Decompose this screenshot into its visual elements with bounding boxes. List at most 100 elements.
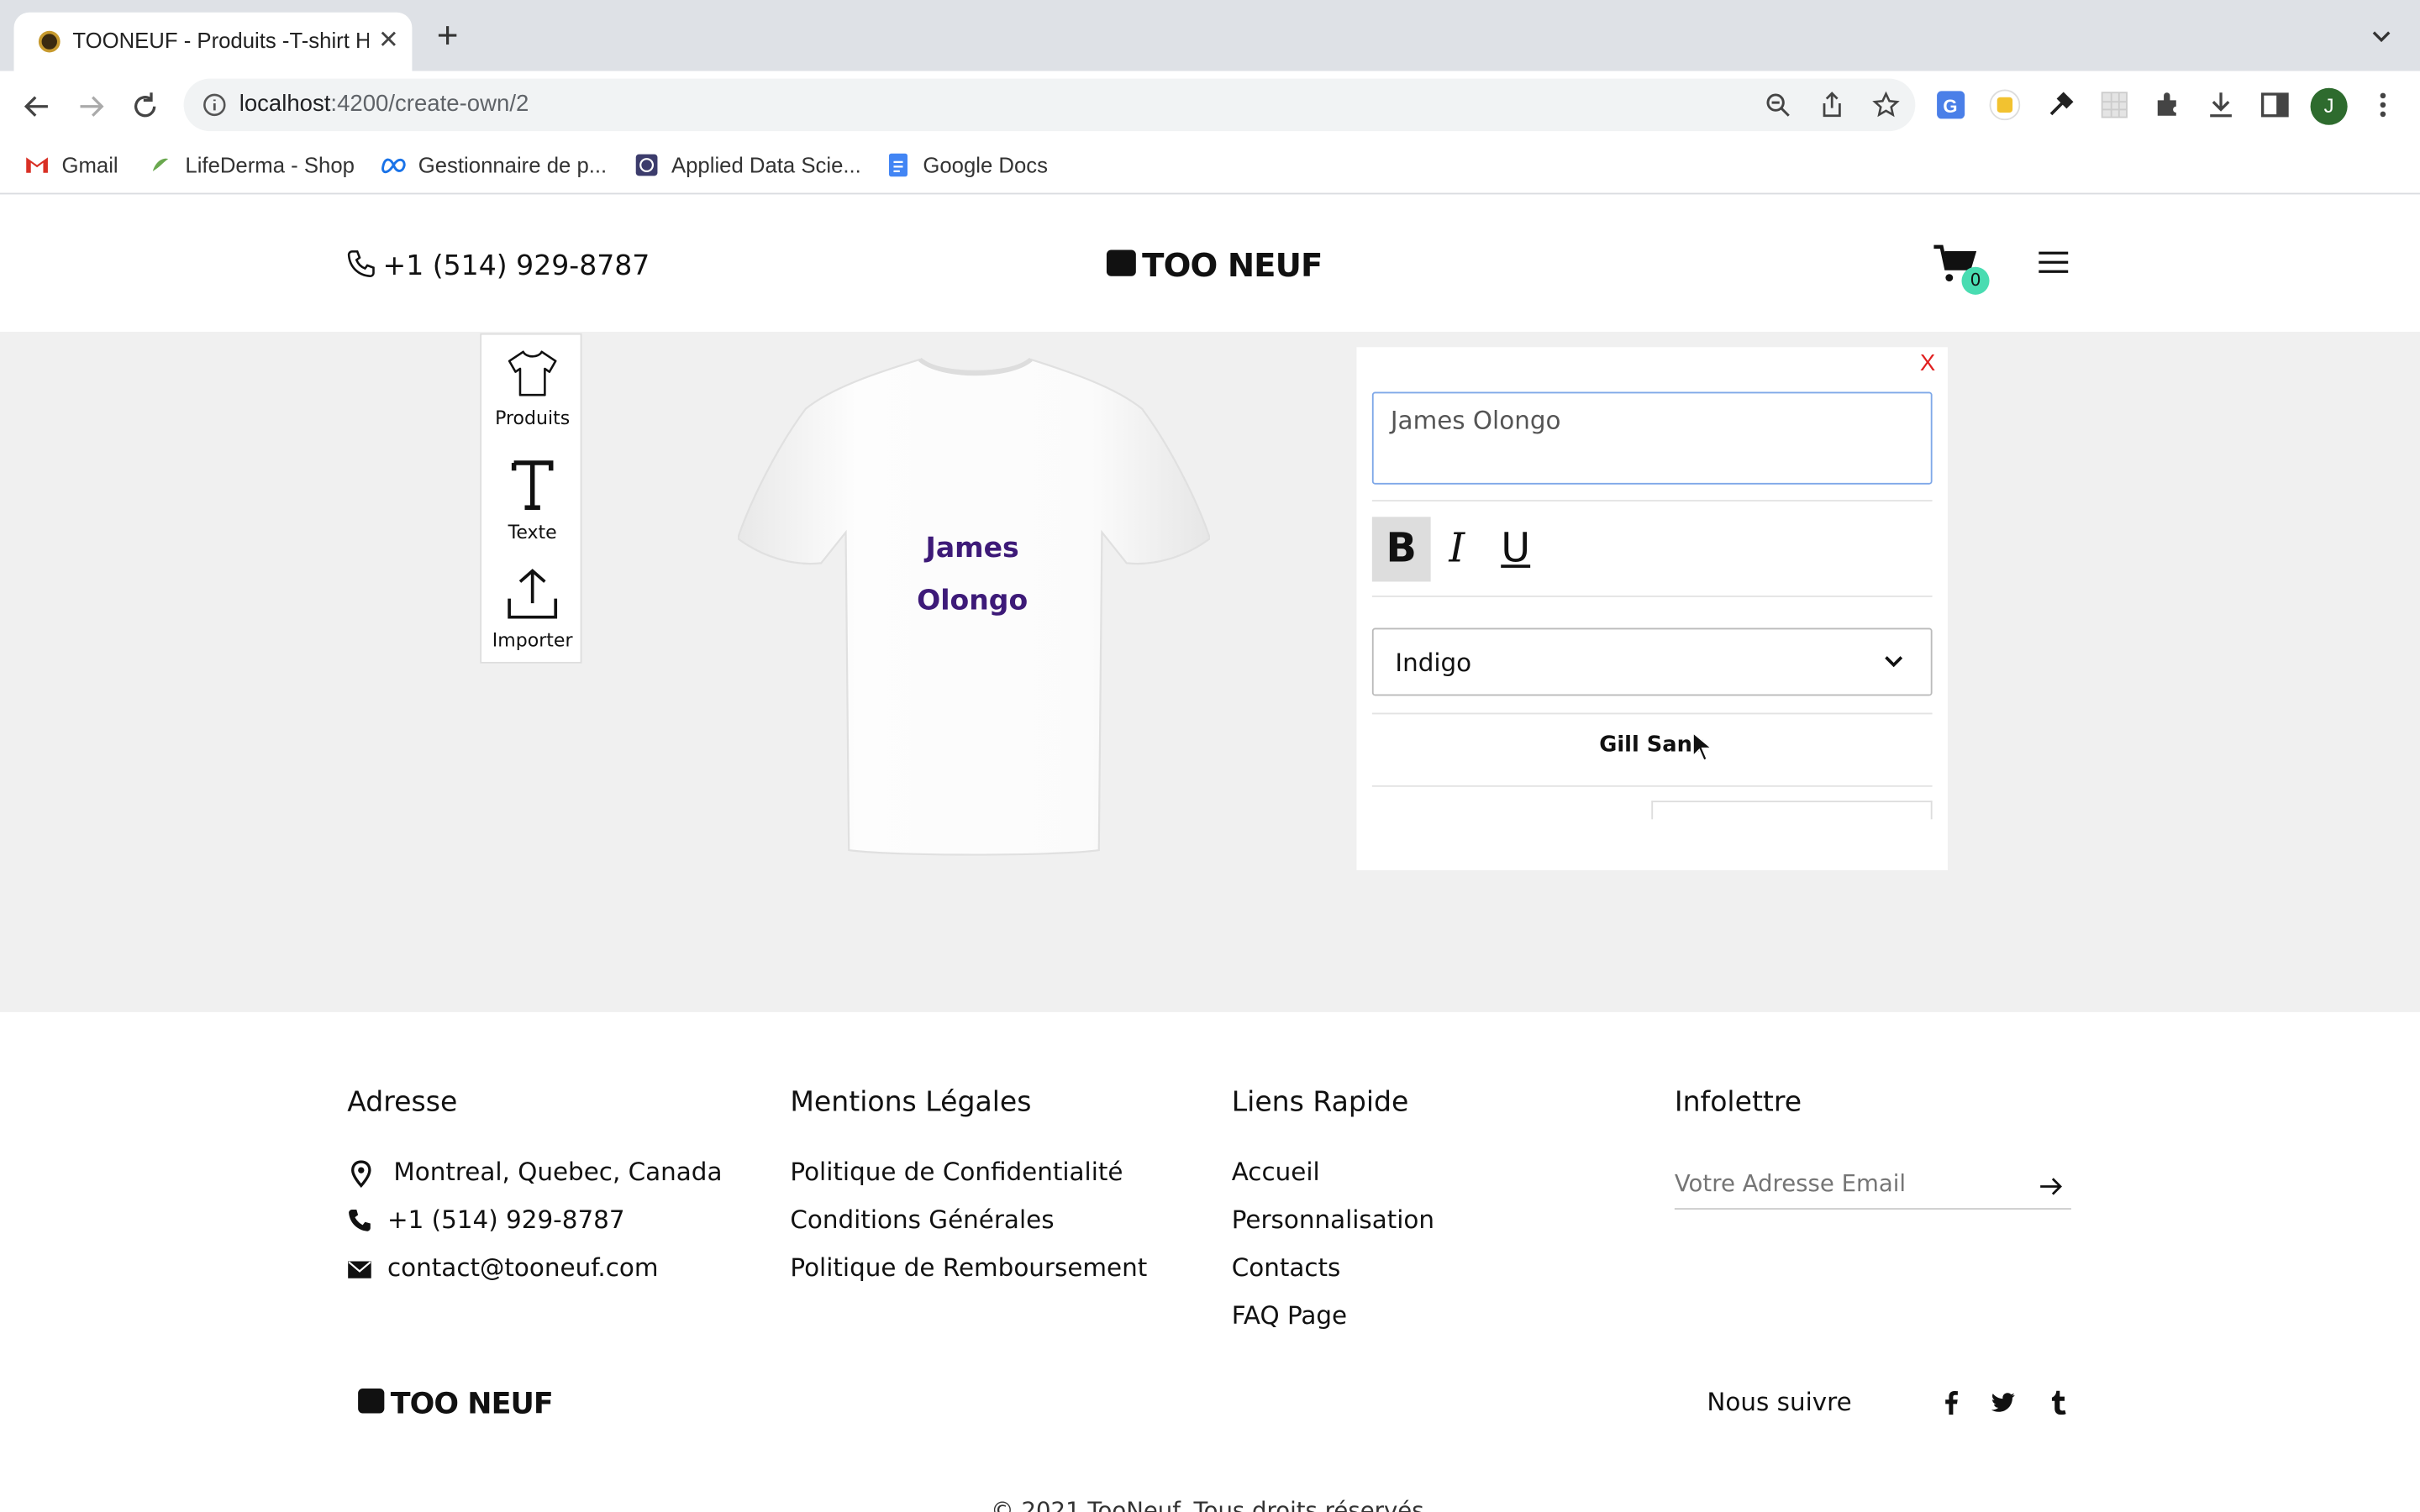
cart-count-badge: 0: [1961, 266, 1990, 295]
lifederma-icon: [152, 158, 169, 171]
tool-text-label: Texte: [508, 521, 557, 543]
new-tab-icon[interactable]: +: [437, 18, 459, 55]
logo-mark-icon: [358, 1389, 385, 1414]
browser-menu-icon[interactable]: [2368, 90, 2399, 121]
text-content-input[interactable]: James Olongo: [1371, 391, 1933, 485]
profile-avatar[interactable]: J: [2310, 87, 2348, 125]
arrow-right-icon[interactable]: [2039, 1176, 2063, 1198]
site-header: +1 (514) 929-8787 TOO NEUF 0: [0, 196, 2420, 332]
phone-icon: [349, 1209, 371, 1231]
footer-phone[interactable]: +1 (514) 929-8787: [349, 1205, 625, 1234]
site-footer: Adresse Montreal, Quebec, Canada +1 (514…: [0, 1011, 2420, 1512]
url-text[interactable]: localhost:4200/create-own/2: [239, 91, 529, 117]
tools-sidebar: Produits Texte Importer: [480, 333, 583, 664]
tool-products-label: Produits: [495, 407, 571, 429]
envelope-icon: [348, 1261, 371, 1278]
svg-text:G: G: [1943, 96, 1957, 117]
footer-quick-heading: Liens Rapide: [1231, 1086, 1409, 1119]
applied-data-icon: [635, 154, 658, 176]
footer-link-home[interactable]: Accueil: [1232, 1158, 1320, 1187]
shirt-design-text[interactable]: James Olongo: [865, 523, 1081, 628]
tab-close-icon[interactable]: ✕: [378, 24, 399, 55]
footer-link-contacts[interactable]: Contacts: [1232, 1252, 1341, 1282]
footer-legal-heading: Mentions Légales: [790, 1086, 1032, 1119]
star-icon[interactable]: [1872, 91, 1900, 118]
tool-import-label: Importer: [492, 629, 573, 652]
copyright-text: © 2021 TooNeuf. Tous droits réservés: [991, 1496, 1424, 1512]
phone-icon: [347, 250, 375, 278]
bold-button[interactable]: B: [1371, 517, 1431, 582]
tshirt-icon: [508, 350, 557, 396]
footer-logo[interactable]: TOO NEUF: [358, 1387, 554, 1421]
location-pin-icon: [351, 1160, 371, 1188]
back-icon[interactable]: [20, 90, 54, 123]
divider: [1371, 785, 1933, 787]
underline-button[interactable]: U: [1486, 517, 1545, 581]
bookmark-gmail[interactable]: Gmail: [24, 153, 118, 177]
footer-link-terms[interactable]: Conditions Générales: [790, 1205, 1054, 1234]
share-icon[interactable]: [1818, 91, 1846, 118]
footer-newsletter-heading: Infolettre: [1674, 1086, 1802, 1119]
tab-title: TOONEUF - Produits -T-shirt H: [72, 28, 369, 53]
bookmark-gestionnaire[interactable]: Gestionnaire de p...: [381, 153, 607, 177]
divider: [1371, 500, 1933, 501]
bookmark-google-docs[interactable]: Google Docs: [886, 153, 1048, 177]
site-info-icon[interactable]: [203, 92, 227, 117]
footer-email[interactable]: contact@tooneuf.com: [348, 1252, 659, 1282]
browser-tabbar: TOONEUF - Produits -T-shirt H ✕ +: [0, 0, 2420, 71]
tab-search-chevron-icon[interactable]: [2370, 24, 2392, 46]
footer-link-privacy[interactable]: Politique de Confidentialité: [790, 1158, 1123, 1187]
grid-extension-icon[interactable]: [2099, 90, 2130, 121]
footer-link-customization[interactable]: Personnalisation: [1232, 1205, 1434, 1234]
facebook-icon[interactable]: [1939, 1390, 1963, 1415]
newsletter-form: [1674, 1167, 2071, 1210]
shirt-text-line-1: James: [925, 532, 1019, 565]
tool-text[interactable]: Texte: [481, 457, 583, 543]
color-select-value: Indigo: [1395, 648, 1472, 678]
logo-mark-icon: [1106, 249, 1136, 276]
google-docs-icon: [888, 153, 908, 177]
divider: [1371, 712, 1933, 715]
bookmarks-bar: Gmail LifeDerma - Shop Gestionnaire de p…: [0, 139, 2420, 195]
text-icon: [511, 460, 554, 511]
font-selector[interactable]: Gill Sans: [1356, 732, 1947, 757]
favicon-icon: [38, 30, 60, 53]
menu-icon[interactable]: [2037, 250, 2070, 275]
meta-icon: [381, 158, 406, 174]
tool-import[interactable]: Importer: [481, 568, 583, 651]
newsletter-email-input[interactable]: [1674, 1169, 2014, 1198]
translate-extension-icon[interactable]: G: [1935, 90, 1966, 121]
forward-icon[interactable]: [74, 90, 108, 123]
chevron-down-icon: [1885, 656, 1903, 668]
designer-area: Produits Texte Importer James Olongo X J…: [0, 331, 2420, 1012]
close-panel-button[interactable]: X: [1920, 350, 1935, 376]
italic-button[interactable]: I: [1428, 517, 1486, 581]
browser-tab[interactable]: TOONEUF - Produits -T-shirt H ✕: [13, 12, 413, 71]
eyedropper-extension-icon[interactable]: [2045, 90, 2076, 121]
extensions-puzzle-icon[interactable]: [2151, 90, 2182, 121]
site-logo[interactable]: TOO NEUF: [1106, 247, 1323, 284]
reload-icon[interactable]: [128, 90, 161, 123]
bookmark-lifederma[interactable]: LifeDerma - Shop: [148, 153, 355, 177]
follow-us-label: Nous suivre: [1707, 1387, 1852, 1417]
download-icon[interactable]: [2206, 90, 2237, 121]
header-phone[interactable]: +1 (514) 929-8787: [345, 249, 650, 282]
address-bar[interactable]: localhost:4200/create-own/2: [183, 78, 1916, 132]
twitter-icon[interactable]: [1991, 1390, 2015, 1415]
footer-link-refund[interactable]: Politique de Remboursement: [790, 1252, 1147, 1282]
mouse-cursor-icon: [1691, 731, 1713, 762]
color-select[interactable]: Indigo: [1371, 627, 1933, 696]
text-editor-panel: X James Olongo B I U Indigo Gill Sans: [1356, 347, 1948, 870]
side-panel-icon[interactable]: [2260, 90, 2291, 121]
shirt-text-line-2: Olongo: [917, 585, 1028, 617]
tool-products[interactable]: Produits: [481, 349, 583, 429]
tumblr-icon[interactable]: [2047, 1390, 2071, 1415]
gmail-icon: [26, 157, 48, 173]
zoom-icon[interactable]: [1764, 91, 1791, 118]
size-input[interactable]: [1651, 801, 1933, 820]
footer-address-heading: Adresse: [347, 1086, 458, 1119]
wallet-extension-icon[interactable]: [1989, 89, 2021, 121]
footer-link-faq[interactable]: FAQ Page: [1232, 1300, 1347, 1330]
bookmark-applied-data-science[interactable]: Applied Data Scie...: [634, 153, 861, 177]
footer-address: Montreal, Quebec, Canada: [351, 1158, 722, 1188]
